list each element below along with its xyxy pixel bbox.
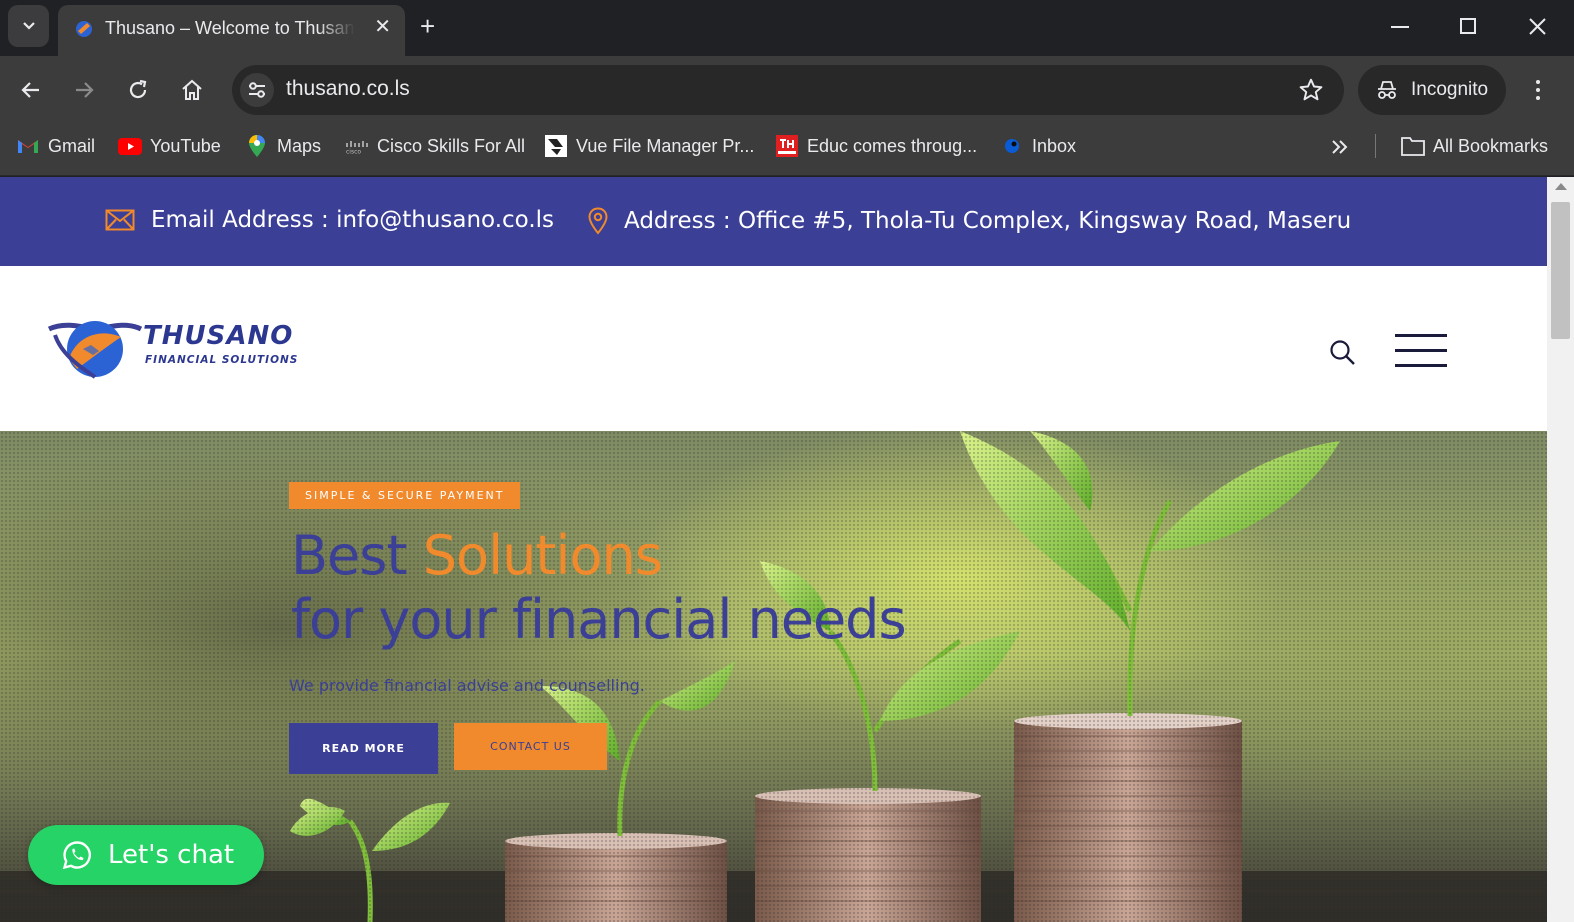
active-tab[interactable]: Thusano – Welcome to Thusano ✕ (58, 5, 405, 56)
contact-us-button[interactable]: CONTACT US (454, 723, 607, 770)
all-bookmarks-button[interactable]: All Bookmarks (1401, 134, 1548, 158)
bookmark-youtube[interactable]: YouTube (118, 134, 221, 158)
menu-line (1395, 349, 1447, 352)
maximize-icon[interactable] (1460, 18, 1476, 34)
location-pin-icon (588, 207, 608, 235)
forward-icon[interactable] (72, 78, 96, 102)
svg-text:cisco: cisco (346, 149, 361, 155)
site-info-button[interactable] (240, 73, 274, 107)
minimize-icon[interactable] (1391, 26, 1409, 28)
more-menu-icon[interactable] (1526, 78, 1550, 102)
browser-toolbar: thusano.co.ls Incognito (0, 56, 1574, 124)
hero-subtitle: We provide financial advise and counsell… (289, 676, 645, 695)
bookmarks-divider (1375, 134, 1376, 158)
chevron-down-icon (22, 22, 35, 30)
home-icon[interactable] (180, 78, 204, 102)
email-info[interactable]: Email Address : info@thusano.co.ls (105, 207, 554, 233)
hero-badge: SIMPLE & SECURE PAYMENT (289, 482, 521, 509)
address-text: Address : Office #5, Thola-Tu Complex, K… (624, 208, 1352, 234)
tab-strip: Thusano – Welcome to Thusano ✕ + (0, 0, 1574, 56)
vue-file-manager-icon (545, 135, 567, 157)
incognito-icon (1378, 81, 1396, 99)
page-scrollbar[interactable] (1547, 177, 1574, 922)
all-bookmarks-label: All Bookmarks (1433, 135, 1549, 156)
back-icon[interactable] (19, 78, 43, 102)
tab-close-icon[interactable]: ✕ (374, 17, 391, 37)
bookmark-label: Gmail (48, 135, 96, 156)
cisco-icon: cisco (346, 141, 368, 155)
window-close-icon[interactable] (1529, 18, 1546, 35)
site-logo[interactable]: THUSANO FINANCIAL SOLUTIONS (47, 319, 307, 383)
bookmark-label: Cisco Skills For All (377, 135, 526, 156)
new-tab-button[interactable]: + (420, 12, 435, 40)
web-page: Email Address : info@thusano.co.ls Addre… (0, 177, 1547, 922)
incognito-label: Incognito (1411, 79, 1489, 100)
thusano-globe-icon (47, 321, 143, 379)
gmail-icon (18, 140, 38, 153)
scroll-up-arrow-icon[interactable] (1555, 183, 1567, 190)
hero-headline-line2: for your financial needs (291, 588, 907, 651)
headline-accent: Solutions (422, 524, 663, 587)
email-text: Email Address : info@thusano.co.ls (151, 207, 555, 233)
tune-icon (249, 82, 265, 98)
tab-title: Thusano – Welcome to Thusano (105, 18, 355, 38)
address-info: Address : Office #5, Thola-Tu Complex, K… (588, 207, 1351, 235)
bookmark-label: Vue File Manager Pr... (576, 135, 755, 156)
inbox-icon (1005, 139, 1019, 153)
bookmark-label: Educ comes throug... (807, 135, 978, 156)
contact-info-bar: Email Address : info@thusano.co.ls Addre… (0, 177, 1547, 266)
more-bookmarks-icon[interactable] (1331, 139, 1349, 155)
url-text: thusano.co.ls (286, 77, 410, 100)
bookmark-educ[interactable]: Educ comes throug... (775, 134, 977, 158)
search-icon[interactable] (1329, 339, 1357, 367)
hero-headline: Best Solutions (291, 524, 663, 587)
whatsapp-chat-button[interactable]: Let's chat (28, 825, 264, 885)
bookmark-gmail[interactable]: Gmail (16, 134, 95, 158)
bookmark-vue-file-manager[interactable]: Vue File Manager Pr... (544, 134, 754, 158)
headline-start: Best (291, 524, 408, 587)
logo-name: THUSANO (143, 321, 294, 351)
incognito-indicator[interactable]: Incognito (1358, 65, 1506, 115)
bookmark-label: YouTube (150, 135, 221, 156)
the-reporter-icon (776, 135, 798, 157)
bookmarks-bar: Gmail YouTube Maps cisco Cisco Skills Fo… (0, 124, 1574, 176)
youtube-icon (118, 137, 142, 155)
envelope-icon (105, 209, 135, 231)
reload-icon[interactable] (126, 78, 150, 102)
bookmark-label: Maps (277, 135, 322, 156)
logo-tagline: FINANCIAL SOLUTIONS (145, 354, 299, 366)
thusano-favicon-icon (76, 21, 92, 37)
scrollbar-thumb[interactable] (1551, 202, 1570, 339)
bookmark-inbox[interactable]: Inbox (1000, 134, 1076, 158)
whatsapp-icon (62, 841, 91, 870)
bookmark-cisco[interactable]: cisco Cisco Skills For All (345, 134, 525, 158)
site-header: THUSANO FINANCIAL SOLUTIONS (0, 266, 1547, 431)
address-bar[interactable]: thusano.co.ls (232, 65, 1344, 115)
bookmark-label: Inbox (1032, 135, 1077, 156)
menu-toggle-button[interactable] (1395, 334, 1447, 367)
bookmark-maps[interactable]: Maps (245, 134, 321, 158)
folder-icon (1401, 137, 1425, 156)
maps-icon (249, 135, 265, 157)
bookmark-star-icon[interactable] (1298, 77, 1324, 103)
menu-line (1395, 364, 1447, 367)
chat-label: Let's chat (108, 840, 235, 870)
tab-search-button[interactable] (8, 5, 49, 47)
read-more-button[interactable]: READ MORE (289, 723, 438, 774)
menu-line (1395, 334, 1447, 337)
